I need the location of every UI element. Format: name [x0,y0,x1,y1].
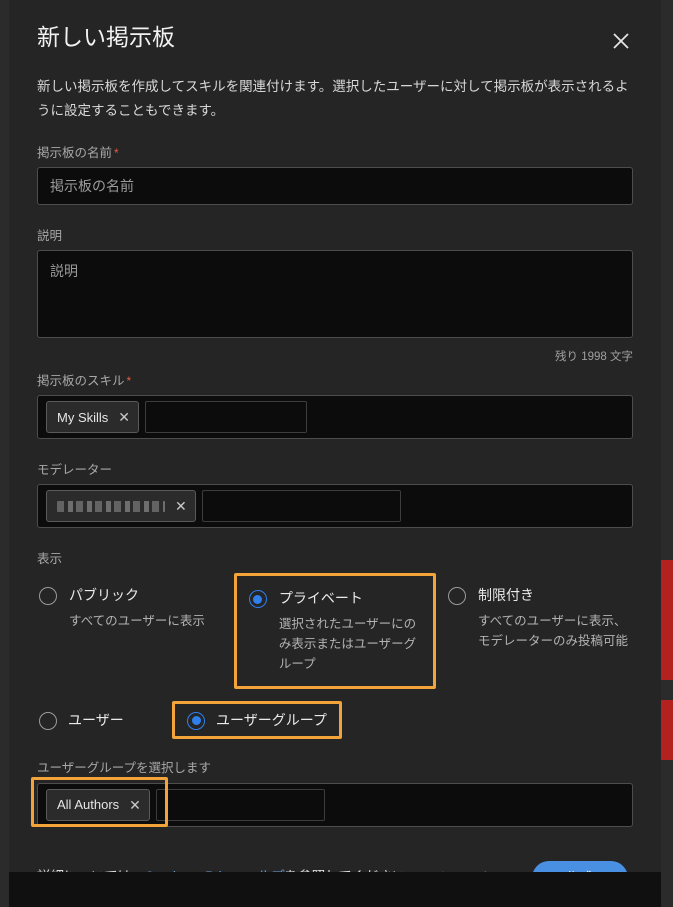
board-name-required-marker: * [114,146,119,161]
dialog-header: 新しい掲示板 [37,0,633,53]
visibility-label: 表示 [37,552,63,567]
footer-text-after: を参照してください [285,869,406,872]
radio-restricted-icon[interactable] [448,587,467,606]
moderator-label: モデレーター [37,463,113,478]
radio-public-icon[interactable] [39,587,57,606]
audience-user-label: ユーザー [68,711,124,728]
visibility-private-label: プライベート [278,590,363,607]
board-skills-label-text: 掲示板のスキル [37,374,125,389]
dialog-description: 新しい掲示板を作成してスキルを関連付けます。選択したユーザーに対して掲示板が表示… [37,79,629,118]
visibility-option-private[interactable]: プライベート 選択されたユーザーにのみ表示またはユーザーグループ [233,573,437,689]
visibility-radio-group: パブリック すべてのユーザーに表示 プライベート 選択されたユーザーにのみ表示ま… [37,573,633,689]
radio-private-icon[interactable] [248,590,267,609]
skill-token-label: My Skills [57,409,109,425]
remove-moderator-token-icon[interactable]: ✕ [175,499,187,513]
visibility-private-sub: 選択されたユーザーにのみ表示またはユーザーグループ [278,616,417,671]
board-skills-required-marker: * [126,374,132,389]
user-group-token-field[interactable]: All Authors ✕ [37,782,633,827]
visibility-option-restricted[interactable]: 制限付き すべてのユーザーに表示、モデレーターのみ投稿可能 [436,573,633,651]
remove-user-group-token-icon[interactable]: ✕ [129,798,141,812]
visibility-option-public[interactable]: パブリック すべてのユーザーに表示 [37,573,234,631]
user-group-select-label: ユーザーグループを選択します [37,760,212,775]
dialog-title: 新しい掲示板 [37,24,175,50]
footer-text-before: 詳細については、 [37,869,144,872]
board-name-input[interactable] [37,167,633,206]
board-name-label: 掲示板の名前 * [37,142,633,161]
new-board-dialog: 新しい掲示板 新しい掲示板を作成してスキルを関連付けます。選択したユーザーに対し… [9,0,661,872]
background-accent-red-lower [661,700,673,760]
user-group-token-wrapper: All Authors ✕ [31,776,633,827]
remove-skill-token-icon[interactable]: ✕ [118,410,130,424]
board-name-label-text: 掲示板の名前 [37,146,113,161]
user-group-token[interactable]: All Authors ✕ [46,788,150,821]
audience-user-group-label: ユーザーグループ [216,711,327,728]
visibility-public-label: パブリック [69,587,139,604]
audience-option-user-group[interactable]: ユーザーグループ [172,700,342,739]
audience-radio-group: ユーザー ユーザーグループ [37,700,633,739]
moderator-token[interactable]: ✕ [46,490,196,523]
radio-user-group-icon[interactable] [187,711,205,730]
dialog-footer: 詳細については、Captivate Prime ヘルプを参照してください キャン… [37,860,633,872]
board-skills-label: 掲示板のスキル * [37,370,633,389]
visibility-public-sub: すべてのユーザーに表示 [69,613,205,628]
description-textarea[interactable] [37,250,633,339]
close-icon[interactable] [609,29,633,53]
background-accent-red-upper [661,560,673,680]
radio-user-icon[interactable] [39,711,57,730]
moderator-token-label [57,500,165,512]
skill-token[interactable]: My Skills ✕ [46,401,140,434]
description-label: 説明 [37,229,63,244]
visibility-restricted-sub: すべてのユーザーに表示、モデレーターのみ投稿可能 [478,613,629,648]
cancel-button[interactable]: キャンセル [437,868,510,872]
moderator-input[interactable] [201,490,401,523]
visibility-restricted-label: 制限付き [478,587,535,604]
captivate-prime-help-link[interactable]: Captivate Prime ヘルプ [144,869,284,872]
background-stripe-left [0,0,9,907]
moderator-token-field[interactable]: ✕ [37,484,633,529]
create-button[interactable]: 作成 [531,860,628,872]
board-skills-input[interactable] [145,401,308,434]
user-group-token-label: All Authors [57,797,120,813]
background-stripe-right [661,0,673,907]
char-count-text: 残り 1998 文字 [555,351,633,364]
board-skills-token-field[interactable]: My Skills ✕ [37,395,633,440]
audience-option-user[interactable]: ユーザー [37,710,172,730]
user-group-input[interactable] [155,788,325,821]
footer-help-text: 詳細については、Captivate Prime ヘルプを参照してください [37,866,437,872]
